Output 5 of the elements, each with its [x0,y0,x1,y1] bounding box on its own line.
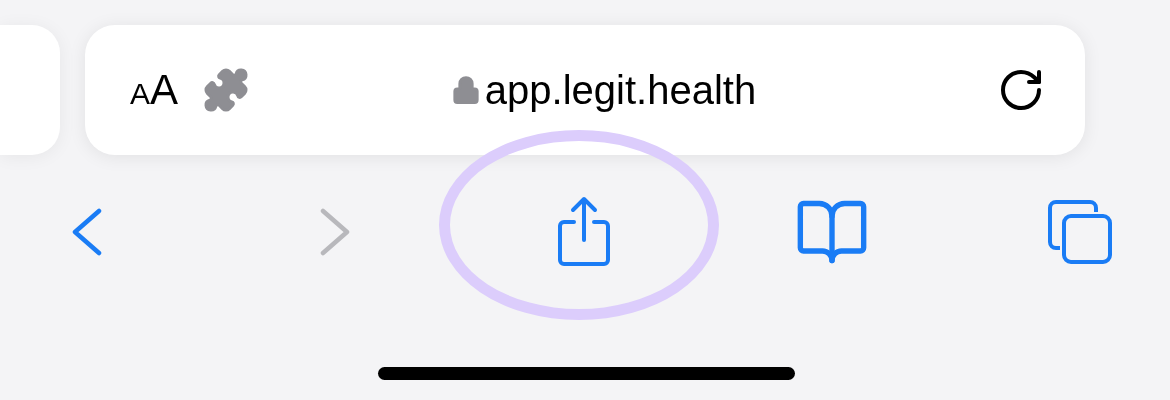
url-text: app.legit.health [484,67,757,113]
tabs-icon [1046,198,1114,266]
text-size-button[interactable]: AA [130,66,179,114]
address-bar[interactable]: AA app.legit.health [85,25,1085,155]
tabs-button[interactable] [1046,198,1114,266]
